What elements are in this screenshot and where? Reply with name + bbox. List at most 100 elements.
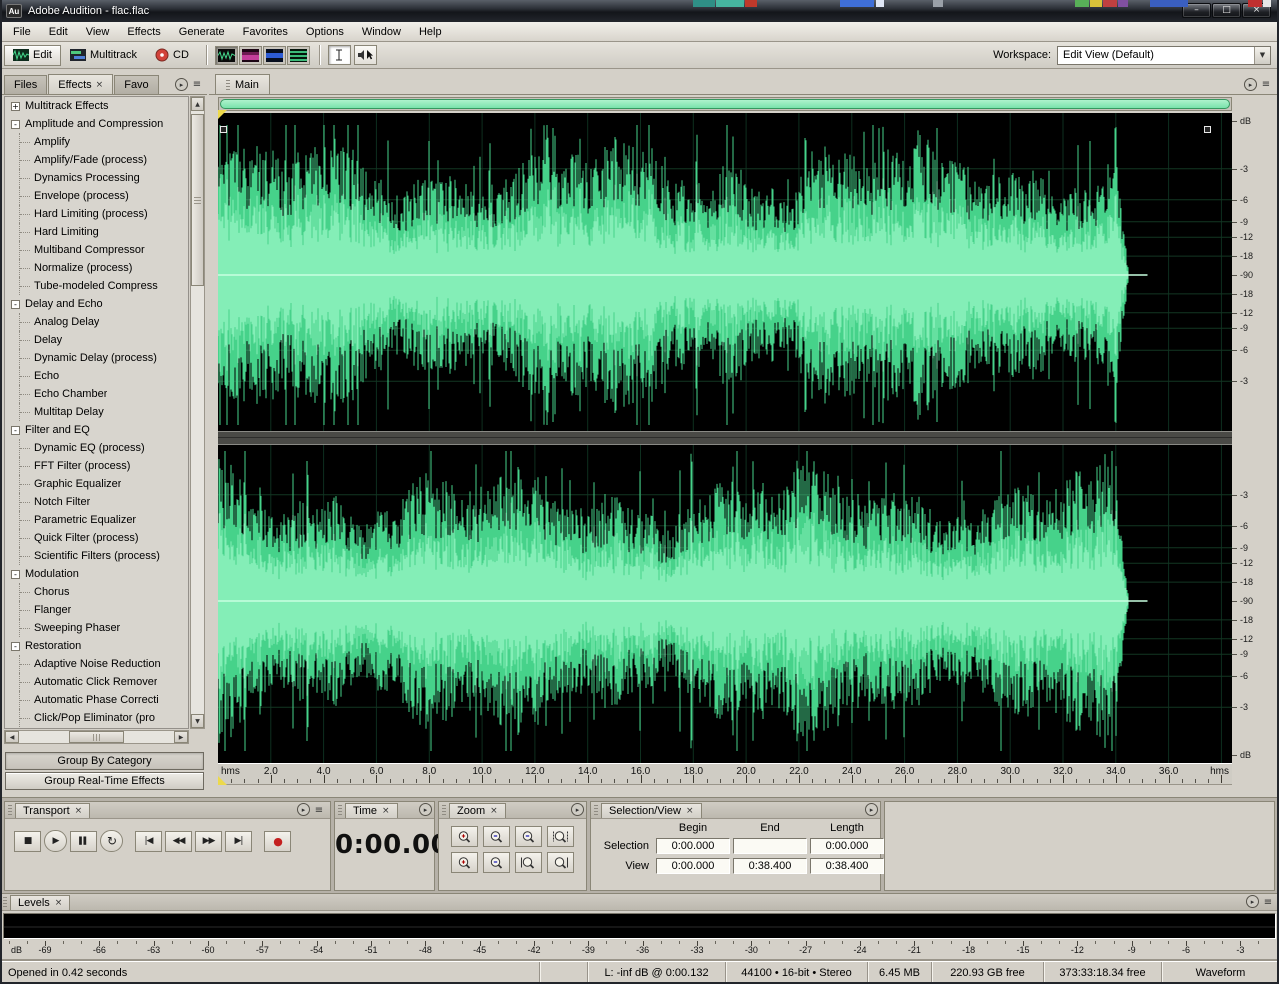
close-tab-icon[interactable]: × (75, 806, 83, 816)
effect-item[interactable]: Dynamic EQ (process) (19, 439, 188, 457)
navigator-track[interactable] (218, 97, 1232, 111)
effect-item[interactable]: Click/Pop Eliminator (pro (19, 709, 188, 727)
zoom-to-left-edge-button[interactable] (515, 852, 542, 873)
tree-expander-icon[interactable]: - (11, 300, 20, 309)
go-to-end-button[interactable]: ▶| (225, 831, 252, 852)
tab-levels[interactable]: Levels × (10, 895, 70, 910)
edit-view-button[interactable]: Edit (4, 45, 61, 66)
group-by-category-button[interactable]: Group By Category (5, 752, 204, 770)
effect-item[interactable]: Hard Limiting (process) (19, 205, 188, 223)
effect-item[interactable]: Notch Filter (19, 493, 188, 511)
view-end-field[interactable]: 0:38.400 (733, 858, 807, 874)
menu-options[interactable]: Options (297, 24, 353, 40)
panel-menu-icon[interactable]: ≡ (1259, 79, 1273, 90)
panel-flyout-icon[interactable]: ▸ (865, 803, 878, 816)
time-selection-tool-button[interactable] (328, 45, 351, 65)
stop-button[interactable]: ■ (14, 831, 41, 852)
effect-item[interactable]: Tube-modeled Compress (19, 277, 188, 295)
menu-effects[interactable]: Effects (118, 24, 169, 40)
panel-menu-icon[interactable]: ≡ (190, 79, 204, 90)
multitrack-view-button[interactable]: Multitrack (61, 45, 146, 66)
timeline-ruler[interactable]: hms 2.04.06.08.010.012.014.016.018.020.0… (218, 763, 1232, 785)
effect-item[interactable]: Echo (19, 367, 188, 385)
tree-expander-icon[interactable]: - (11, 120, 20, 129)
effect-category[interactable]: -Delay and Echo (5, 295, 188, 313)
effect-item[interactable]: Sweeping Phaser (19, 619, 188, 637)
tree-expander-icon[interactable]: + (11, 102, 20, 111)
effect-category[interactable]: -Restoration (5, 637, 188, 655)
zoom-in-vertical-button[interactable] (451, 852, 478, 873)
menu-help[interactable]: Help (410, 24, 451, 40)
tab-selection-view[interactable]: Selection/View × (601, 803, 702, 818)
panel-menu-icon[interactable]: ≡ (1261, 897, 1275, 908)
view-length-field[interactable]: 0:38.400 (810, 858, 884, 874)
zoom-out-horizontal-button[interactable] (483, 826, 510, 847)
effect-item[interactable]: Adaptive Noise Reduction (19, 655, 188, 673)
navigator-range-bar[interactable] (220, 99, 1230, 109)
effect-item[interactable]: Flanger (19, 601, 188, 619)
panel-flyout-icon[interactable]: ▸ (1244, 78, 1257, 91)
tree-vertical-scrollbar[interactable]: ▲ ▼ (190, 96, 205, 729)
zoom-in-horizontal-button[interactable] (451, 826, 478, 847)
menu-window[interactable]: Window (353, 24, 410, 40)
tab-files[interactable]: Files (4, 75, 47, 94)
tree-expander-icon[interactable]: - (11, 570, 20, 579)
menu-view[interactable]: View (77, 24, 119, 40)
pause-button[interactable]: ▌▌ (70, 831, 97, 852)
waveform-display[interactable] (218, 113, 1232, 763)
menu-edit[interactable]: Edit (40, 24, 77, 40)
effect-item[interactable]: Graphic Equalizer (19, 475, 188, 493)
scrub-tool-button[interactable] (354, 45, 377, 65)
effect-category[interactable]: -Amplitude and Compression (5, 115, 188, 133)
workspace-select[interactable]: Edit View (Default) ▼ (1057, 46, 1271, 65)
scrollbar-thumb[interactable] (69, 731, 125, 743)
scrollbar-thumb[interactable] (191, 114, 204, 286)
spectral-pan-display-button[interactable] (263, 46, 286, 65)
cd-view-button[interactable]: CD (146, 45, 198, 66)
effect-item[interactable]: Amplify/Fade (process) (19, 151, 188, 169)
scroll-down-icon[interactable]: ▼ (191, 714, 204, 728)
close-tab-icon[interactable]: × (686, 806, 694, 816)
tab-zoom[interactable]: Zoom × (449, 803, 506, 818)
effect-item[interactable]: Parametric Equalizer (19, 511, 188, 529)
scroll-left-icon[interactable]: ◀ (5, 731, 19, 743)
selection-marker-top[interactable] (218, 110, 227, 119)
effect-item[interactable]: Hard Limiting (19, 223, 188, 241)
zoom-to-right-edge-button[interactable] (547, 852, 574, 873)
close-tab-icon[interactable]: × (490, 806, 498, 816)
effect-item[interactable]: Echo Chamber (19, 385, 188, 403)
selection-marker-bottom[interactable] (218, 776, 227, 785)
effect-category[interactable]: -Filter and EQ (5, 421, 188, 439)
selection-length-field[interactable]: 0:00.000 (810, 838, 884, 854)
db-ruler[interactable]: dB-3-3-6-6-9-9-12-12-18-18-90-3-3-6-6-9-… (1232, 113, 1276, 763)
effect-item[interactable]: Automatic Click Remover (19, 673, 188, 691)
effect-item[interactable]: Multiband Compressor (19, 241, 188, 259)
selection-begin-field[interactable]: 0:00.000 (656, 838, 730, 854)
spectral-frequency-display-button[interactable] (239, 46, 262, 65)
panel-flyout-icon[interactable]: ▸ (1246, 895, 1259, 908)
tree-horizontal-scrollbar[interactable]: ◀ ▶ (4, 730, 189, 744)
selection-end-field[interactable] (733, 838, 807, 854)
go-to-beginning-button[interactable]: |◀ (135, 831, 162, 852)
menu-favorites[interactable]: Favorites (234, 24, 297, 40)
tab-main[interactable]: Main (215, 74, 270, 94)
scroll-right-icon[interactable]: ▶ (174, 731, 188, 743)
menu-generate[interactable]: Generate (170, 24, 234, 40)
level-meter[interactable] (3, 913, 1276, 939)
scroll-up-icon[interactable]: ▲ (191, 97, 204, 111)
fast-forward-button[interactable]: ▶▶ (195, 831, 222, 852)
effect-item[interactable]: Dynamics Processing (19, 169, 188, 187)
scrollbar-track[interactable] (19, 731, 174, 743)
selection-handle-left[interactable] (220, 126, 227, 133)
zoom-out-vertical-button[interactable] (483, 852, 510, 873)
play-button[interactable]: ▶ (44, 830, 67, 852)
record-button[interactable]: ● (264, 831, 291, 852)
panel-flyout-icon[interactable]: ▸ (297, 803, 310, 816)
menu-file[interactable]: File (4, 24, 40, 40)
effect-item[interactable]: Automatic Phase Correcti (19, 691, 188, 709)
spectral-phase-display-button[interactable] (287, 46, 310, 65)
rewind-button[interactable]: ◀◀ (165, 831, 192, 852)
zoom-out-full-button[interactable] (515, 826, 542, 847)
waveform-display-button[interactable] (215, 46, 238, 65)
zoom-to-selection-button[interactable] (547, 826, 574, 847)
